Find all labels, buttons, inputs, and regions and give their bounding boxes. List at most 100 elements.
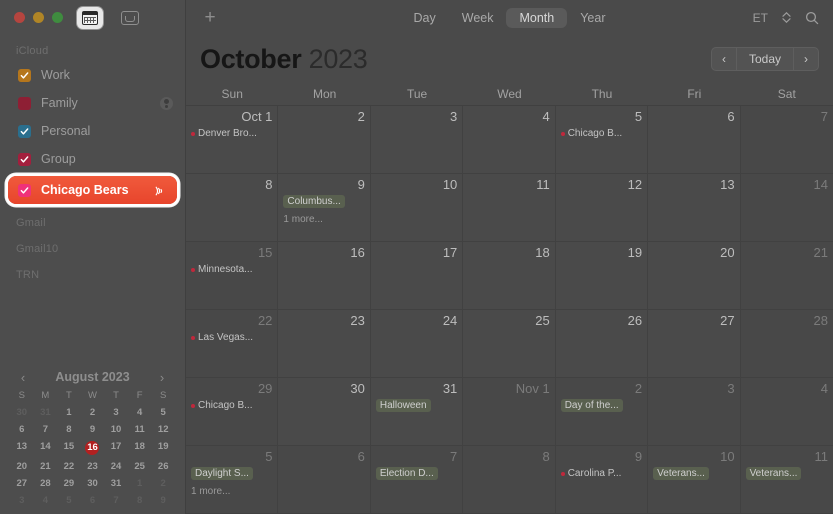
mini-day-cell[interactable]: 4	[128, 404, 152, 420]
calendar-event[interactable]: Minnesota...	[191, 263, 272, 276]
calendar-event[interactable]: Veterans...	[653, 467, 709, 480]
more-events-link[interactable]: 1 more...	[191, 486, 272, 498]
mini-day-cell[interactable]: 4	[34, 492, 58, 508]
mini-day-cell[interactable]: 2	[151, 475, 175, 491]
calendar-day-cell[interactable]: 9 Carolina P...	[555, 446, 649, 513]
inbox-view-button[interactable]	[117, 7, 143, 29]
calendar-day-cell[interactable]: 16	[278, 242, 371, 309]
mini-day-cell[interactable]: 19	[151, 438, 175, 457]
calendar-event[interactable]: Day of the...	[560, 399, 623, 412]
mini-day-cell[interactable]: 20	[10, 458, 34, 474]
calendar-day-cell[interactable]: 25	[463, 310, 556, 377]
calendar-event[interactable]: Chicago B...	[560, 127, 642, 140]
view-tab-year[interactable]: Year	[567, 8, 618, 28]
today-button[interactable]: Today	[736, 47, 793, 71]
mini-day-cell[interactable]: 2	[81, 404, 105, 420]
calendar-day-cell[interactable]: 2 Day of the...	[555, 378, 649, 445]
calendar-day-cell[interactable]: 31 Halloween	[371, 378, 464, 445]
calendar-day-cell[interactable]: 5 Daylight S... 1 more...	[186, 446, 279, 513]
mini-day-cell[interactable]: 7	[34, 421, 58, 437]
view-tab-week[interactable]: Week	[449, 8, 507, 28]
mini-day-cell[interactable]: 8	[128, 492, 152, 508]
add-event-button[interactable]: +	[200, 8, 220, 27]
mini-day-cell[interactable]: 17	[104, 438, 128, 457]
calendar-day-cell[interactable]: 7 Election D...	[370, 446, 464, 513]
mini-day-cell[interactable]: 21	[34, 458, 58, 474]
mini-day-cell[interactable]: 1	[57, 404, 81, 420]
minimize-button[interactable]	[33, 12, 44, 23]
calendar-day-cell[interactable]: 5 Chicago B...	[556, 106, 649, 173]
calendar-event[interactable]: Daylight S...	[191, 467, 253, 480]
calendar-day-cell[interactable]: Nov 1	[463, 378, 556, 445]
calendar-day-cell[interactable]: 23	[278, 310, 371, 377]
view-tab-day[interactable]: Day	[401, 8, 449, 28]
mini-day-cell[interactable]: 31	[34, 404, 58, 420]
mini-day-cell[interactable]: 22	[57, 458, 81, 474]
mini-day-cell[interactable]: 26	[151, 458, 175, 474]
mini-day-cell[interactable]: 30	[81, 475, 105, 491]
mini-day-cell[interactable]: 6	[81, 492, 105, 508]
calendar-event[interactable]: Columbus...	[283, 195, 345, 208]
calendar-checkbox[interactable]	[18, 124, 31, 138]
mini-day-cell[interactable]: 1	[128, 475, 152, 491]
mini-day-cell[interactable]: 11	[128, 421, 152, 437]
calendar-day-cell[interactable]: 7	[740, 106, 833, 173]
calendar-day-cell[interactable]: 24	[371, 310, 464, 377]
next-month-button[interactable]: ›	[793, 47, 819, 71]
calendar-day-cell[interactable]: 3	[371, 106, 464, 173]
calendar-checkbox[interactable]	[18, 96, 31, 110]
calendar-day-cell[interactable]: 28	[740, 310, 833, 377]
search-icon[interactable]	[805, 11, 819, 25]
calendar-day-cell[interactable]: 10 Veterans...	[648, 446, 741, 513]
calendar-day-cell[interactable]: 13	[648, 174, 741, 241]
zoom-button[interactable]	[52, 12, 63, 23]
mini-day-cell[interactable]: 16	[81, 438, 105, 457]
mini-day-cell[interactable]: 15	[57, 438, 81, 457]
chevron-right-icon[interactable]: ›	[155, 371, 169, 384]
calendar-day-cell[interactable]: 4	[463, 106, 556, 173]
chevron-left-icon[interactable]: ‹	[16, 371, 30, 384]
more-events-link[interactable]: 1 more...	[283, 214, 364, 226]
calendar-view-button[interactable]	[77, 6, 103, 29]
timezone-label[interactable]: ET	[753, 11, 768, 25]
calendar-day-cell[interactable]: 12	[556, 174, 649, 241]
calendar-day-cell[interactable]: 18	[463, 242, 556, 309]
calendar-day-cell[interactable]: 14	[740, 174, 833, 241]
calendar-day-cell[interactable]: 29 Chicago B...	[186, 378, 279, 445]
mini-day-cell[interactable]: 23	[81, 458, 105, 474]
calendar-day-cell[interactable]: 9 Columbus... 1 more...	[278, 174, 371, 241]
view-tab-month[interactable]: Month	[506, 7, 568, 28]
mini-day-cell[interactable]: 24	[104, 458, 128, 474]
calendar-day-cell[interactable]: 3	[648, 378, 741, 445]
calendar-day-cell[interactable]: Oct 1 Denver Bro...	[186, 106, 279, 173]
calendar-day-cell[interactable]: 11 Veterans...	[740, 446, 833, 513]
mini-day-cell[interactable]: 25	[128, 458, 152, 474]
mini-day-cell[interactable]: 12	[151, 421, 175, 437]
mini-day-cell[interactable]: 7	[104, 492, 128, 508]
calendar-checkbox[interactable]	[18, 68, 31, 82]
calendar-event[interactable]: Denver Bro...	[191, 127, 272, 140]
calendar-day-cell[interactable]: 21	[740, 242, 833, 309]
calendar-event[interactable]: Las Vegas...	[191, 331, 272, 344]
mini-day-cell[interactable]: 28	[34, 475, 58, 491]
calendar-event[interactable]: Carolina P...	[560, 467, 642, 480]
mini-day-cell[interactable]: 18	[128, 438, 152, 457]
calendar-day-cell[interactable]: 26	[556, 310, 649, 377]
mini-day-cell[interactable]: 9	[151, 492, 175, 508]
mini-day-cell[interactable]: 8	[57, 421, 81, 437]
calendar-day-cell[interactable]: 8	[186, 174, 279, 241]
mini-day-cell[interactable]: 5	[57, 492, 81, 508]
calendar-day-cell[interactable]: 22 Las Vegas...	[186, 310, 279, 377]
sidebar-calendar-personal[interactable]: Personal	[0, 117, 185, 145]
calendar-checkbox[interactable]	[18, 183, 31, 197]
mini-day-cell[interactable]: 14	[34, 438, 58, 457]
calendar-checkbox[interactable]	[18, 152, 31, 166]
calendar-event[interactable]: Chicago B...	[191, 399, 272, 412]
calendar-day-cell[interactable]: 19	[556, 242, 649, 309]
calendar-day-cell[interactable]: 4	[740, 378, 833, 445]
calendar-event[interactable]: Veterans...	[745, 467, 802, 480]
mini-day-cell[interactable]: 29	[57, 475, 81, 491]
calendar-day-cell[interactable]: 27	[648, 310, 741, 377]
mini-day-cell[interactable]: 10	[104, 421, 128, 437]
close-button[interactable]	[14, 12, 25, 23]
